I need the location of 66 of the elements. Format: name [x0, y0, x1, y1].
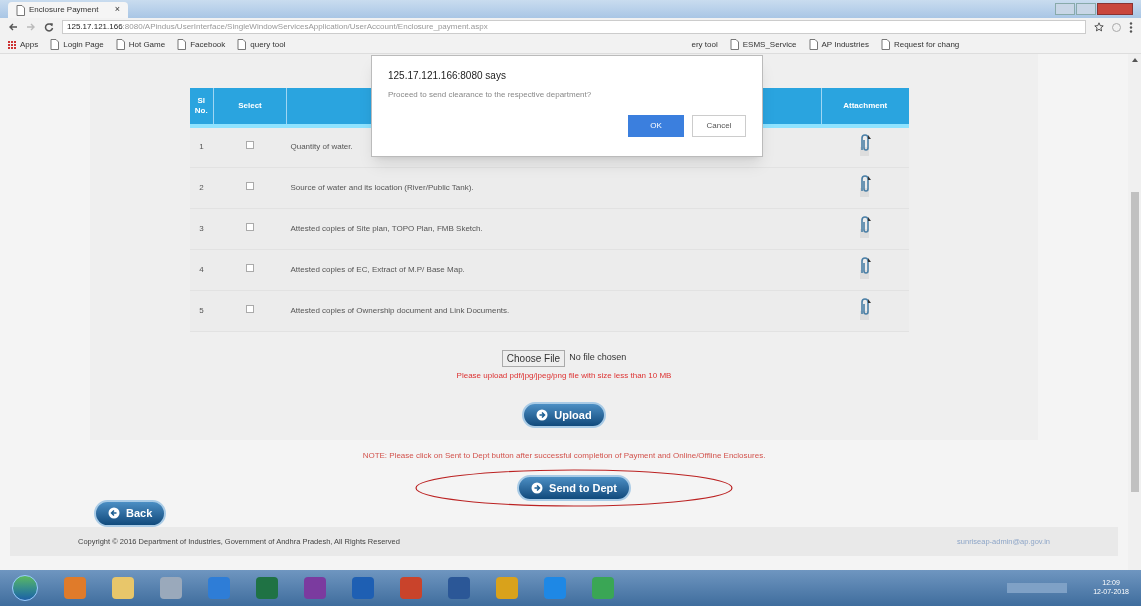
page-icon [729, 39, 739, 50]
arrow-left-icon [108, 507, 120, 520]
page-icon [880, 39, 890, 50]
bookmark-link[interactable]: ESMS_Service [729, 38, 797, 51]
table-cell: 3 [189, 208, 214, 249]
page-icon [115, 39, 125, 50]
row-checkbox[interactable] [246, 141, 254, 150]
table-cell: 1 [189, 126, 214, 167]
start-button[interactable] [12, 575, 38, 601]
page-icon [177, 39, 187, 50]
row-checkbox[interactable] [246, 222, 254, 231]
reload-icon[interactable] [44, 22, 54, 32]
ok-button[interactable]: OK [628, 115, 684, 137]
dialog-title: 125.17.121.166:8080 says [388, 69, 507, 83]
page-icon [237, 39, 247, 50]
column-header: Select [213, 88, 287, 126]
bookmark-link[interactable]: Request for chang [880, 38, 960, 51]
table-cell: Attested copies of Ownership document and Link Documents. [286, 290, 822, 331]
tab-close-button[interactable]: × [114, 3, 120, 17]
column-header: Sl No. [189, 88, 214, 126]
table-cell: 5 [189, 290, 214, 331]
window-controls[interactable] [1055, 3, 1133, 15]
scroll-up-icon[interactable] [1131, 58, 1138, 62]
bookmark-link[interactable]: query tool [237, 38, 286, 51]
bookmark-link[interactable]: Login Page [50, 38, 104, 51]
address-field[interactable]: 125.17.121.166:8080/APindus/UserInterface/SingleWindowServicesApplication/UserAccount/Enclosure_payment.aspx [62, 20, 1086, 34]
browser-tab[interactable]: Enclosure Payment × [8, 2, 128, 18]
page-icon [808, 39, 818, 50]
paperclip-icon [857, 296, 873, 321]
page-icon [50, 39, 60, 50]
paperclip-icon [857, 214, 873, 239]
arrow-right-icon [531, 482, 544, 494]
table-cell: Attested copies of EC, Extract of M.P/ Base Map. [286, 249, 822, 290]
choose-file-button[interactable]: Choose File [501, 349, 566, 367]
apps-grid-icon [8, 40, 16, 49]
row-checkbox[interactable] [246, 304, 254, 313]
column-header: Attachment [821, 88, 909, 126]
forward-arrow-icon[interactable] [26, 22, 36, 32]
bookmark-link[interactable]: AP Industries [808, 38, 869, 51]
paperclip-icon [857, 173, 873, 198]
send-button[interactable]: Send to Dept [517, 474, 631, 502]
arrow-right-icon [536, 408, 549, 421]
menu-icon[interactable] [1129, 21, 1133, 33]
upload-hint-text: Please upload pdf/jpg/jpeg/png file with size less than 10 MB [456, 369, 672, 382]
file-status-text: No file chosen [569, 351, 627, 365]
row-checkbox[interactable] [246, 181, 254, 190]
bookmark-link[interactable]: ery tool [691, 38, 718, 51]
paperclip-icon [857, 133, 873, 158]
paperclip-icon [857, 255, 873, 280]
bookmark-link[interactable]: Facebook [177, 38, 226, 51]
star-icon[interactable] [1094, 22, 1104, 32]
note-text: NOTE: Please click on Sent to Dept button after successful completion of Payment and Online/Offline Enclosures. [362, 450, 766, 462]
page-icon [16, 4, 25, 16]
row-checkbox[interactable] [246, 263, 254, 272]
back-button[interactable]: Back [94, 500, 167, 527]
dialog-message: Proceed to send clearance to the respective department? [388, 89, 593, 101]
table-cell: 2 [189, 167, 214, 208]
table-cell: 4 [189, 249, 214, 290]
bookmark-link[interactable]: Apps [8, 38, 39, 51]
bookmark-link[interactable]: Hot Game [115, 38, 166, 51]
table-cell: Attested copies of Site plan, TOPO Plan, FMB Sketch. [286, 208, 822, 249]
table-cell: Source of water and its location (River/Public Tank). [286, 167, 822, 208]
upload-button[interactable]: Upload [522, 401, 606, 428]
scrollbar[interactable] [1128, 54, 1141, 570]
cancel-button[interactable]: Cancel [692, 115, 746, 137]
back-arrow-icon[interactable] [8, 22, 18, 32]
